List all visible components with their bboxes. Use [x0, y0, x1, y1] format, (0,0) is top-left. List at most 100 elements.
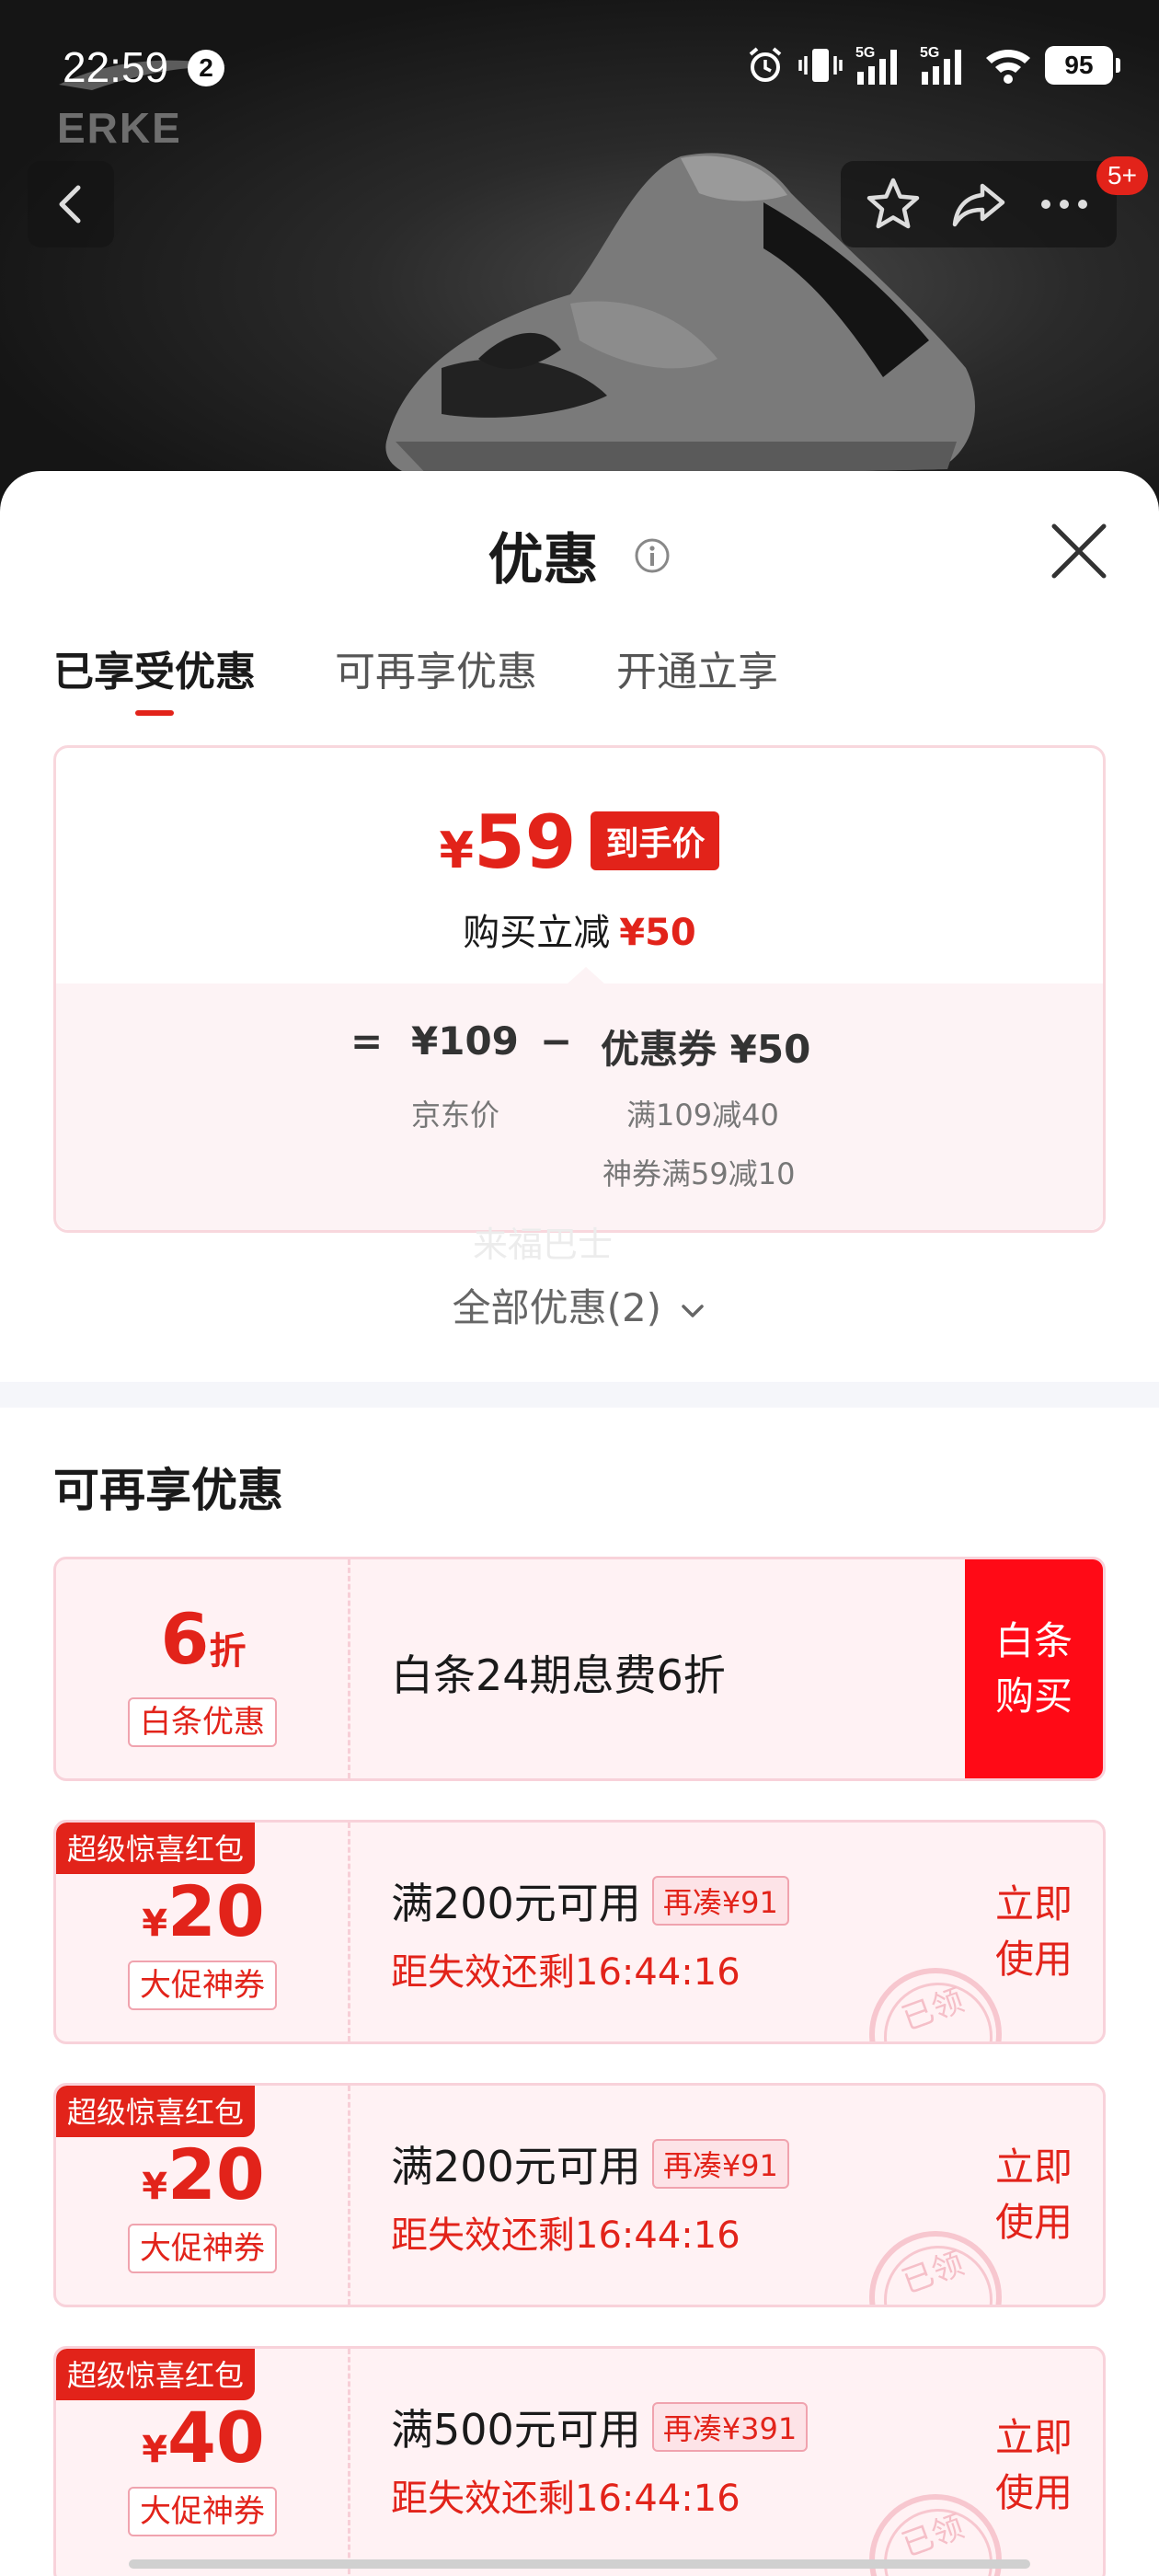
chevron-down-icon [682, 1304, 705, 1317]
coupon-amount: ¥20 [56, 2133, 350, 2215]
coupon-type-label: 大促神券 [128, 2224, 277, 2273]
coupon-gap-chip: 再凑¥91 [651, 2139, 789, 2189]
coupon-condition: 满200元可用 [391, 2142, 641, 2191]
offer-tabs: 已享受优惠 可再享优惠 开通立享 [53, 638, 778, 716]
button-line-2: 使用 [994, 1937, 1073, 1982]
sheet-title: 优惠 [488, 528, 599, 592]
home-indicator[interactable] [129, 2559, 1030, 2569]
coupon-condition: 满200元可用 [391, 1879, 641, 1928]
offer-discount: 6折 [56, 1598, 350, 1680]
offers-sheet: 优惠 已享受优惠 可再享优惠 开通立享 ¥59 到手价 购买立减 ¥50 = ¥10… [0, 471, 1159, 2576]
coupon-value: 40 [167, 2397, 265, 2478]
tab-enjoyed[interactable]: 已享受优惠 [53, 638, 256, 716]
close-icon[interactable] [1047, 519, 1111, 583]
button-line-1: 立即 [994, 2145, 1073, 2190]
coupon-value: 20 [167, 1870, 265, 1952]
price-breakdown: = ¥109 − 优惠券 ¥50 京东价 满109减40 神券满59减10 [56, 967, 1103, 1230]
coupon-currency: ¥ [142, 2429, 168, 2471]
button-line-2: 购买 [994, 1673, 1073, 1719]
use-coupon-button[interactable]: 立即 使用 [965, 1823, 1103, 2041]
coupon-total: 优惠券 ¥50 [601, 1027, 811, 1072]
status-icons: 5G 5G 95 [745, 44, 1120, 86]
price-summary-card: ¥59 到手价 购买立减 ¥50 = ¥109 − 优惠券 ¥50 京东价 满109… [53, 745, 1106, 1233]
share-icon[interactable] [949, 175, 1008, 234]
final-price-tag: 到手价 [591, 811, 720, 870]
button-line-2: 使用 [994, 2200, 1073, 2245]
coupon-card[interactable]: ¥40 大促神券 超级惊喜红包 满500元可用 再凑¥391 距失效还剩16:44… [53, 2346, 1106, 2576]
baitiao-buy-button[interactable]: 白条 购买 [965, 1559, 1103, 1778]
formula-minus: − [540, 1018, 573, 1064]
all-offers-toggle[interactable]: 全部优惠(2) [0, 1277, 1159, 1333]
button-line-1: 立即 [994, 1881, 1073, 1926]
back-icon [59, 185, 81, 224]
offer-type-label: 白条优惠 [128, 1697, 277, 1747]
coupon-card[interactable]: ¥20 大促神券 超级惊喜红包 满200元可用 再凑¥91 距失效还剩16:44:… [53, 2083, 1106, 2307]
network-label-2: 5G [920, 45, 939, 61]
coupon-amount: ¥20 [56, 1870, 350, 1952]
reduce-amount: ¥50 [619, 912, 696, 954]
coupon-currency: ¥ [142, 1903, 168, 1945]
discount-unit: 折 [209, 1630, 247, 1673]
vibrate-icon [798, 49, 843, 82]
coupon-type-label: 大促神券 [128, 1961, 277, 2010]
info-icon[interactable] [634, 537, 671, 574]
coupon-detail-1: 满109减40 [626, 1098, 779, 1133]
top-actions [841, 161, 1117, 247]
formula-equals: = [350, 1018, 384, 1064]
battery-level: 95 [1045, 46, 1120, 85]
coupon-info: 满200元可用 再凑¥91 距失效还剩16:44:16 [391, 1823, 906, 2041]
coupon-condition-row: 满500元可用 再凑¥391 [391, 2397, 809, 2457]
breakdown-notch [568, 967, 604, 983]
use-coupon-button[interactable]: 立即 使用 [965, 2086, 1103, 2305]
coupon-timer: 距失效还剩16:44:16 [391, 1951, 740, 1994]
use-coupon-button[interactable]: 立即 使用 [965, 2349, 1103, 2576]
notification-count-badge: 2 [188, 50, 224, 86]
button-line-1: 白条 [994, 1618, 1073, 1663]
star-icon[interactable] [864, 175, 923, 234]
coupon-detail-2: 神券满59减10 [602, 1156, 796, 1191]
tab-more-offers[interactable]: 可再享优惠 [335, 638, 537, 716]
message-badge: 5+ [1096, 156, 1148, 195]
status-time: 22:59 [63, 43, 169, 91]
coupon-gap-chip: 再凑¥391 [651, 2402, 809, 2452]
reduce-label: 购买立减 [463, 912, 611, 954]
price-currency: ¥ [439, 822, 475, 880]
coupon-amount: ¥40 [56, 2397, 350, 2478]
jd-price-label: 京东价 [411, 1098, 500, 1133]
coupon-type-label: 大促神券 [128, 2487, 277, 2536]
baitiao-offer-card[interactable]: 6折 白条优惠 白条24期息费6折 白条购买 [53, 1557, 1106, 1781]
discount-value: 6 [160, 1598, 210, 1680]
coupon-info: 满500元可用 再凑¥391 距失效还剩16:44:16 [391, 2349, 906, 2576]
offer-title: 白条24期息费6折 [391, 1650, 726, 1700]
tab-activate[interactable]: 开通立享 [616, 638, 778, 716]
more-icon[interactable] [1035, 175, 1094, 234]
coupon-condition-row: 满200元可用 再凑¥91 [391, 1870, 789, 1931]
brand-logo: ERKE [57, 104, 182, 152]
offer-info: 白条24期息费6折 [391, 1559, 906, 1778]
wifi-icon [986, 50, 1030, 84]
final-price-row: ¥59 到手价 [56, 799, 1103, 885]
coupon-value: 20 [167, 2133, 265, 2215]
reduce-row: 购买立减 ¥50 [56, 903, 1103, 956]
coupon-condition-row: 满200元可用 再凑¥91 [391, 2133, 789, 2194]
coupon-card[interactable]: ¥20 大促神券 超级惊喜红包 满200元可用 再凑¥91 距失效还剩16:44:… [53, 1820, 1106, 2044]
signal-icon-2: 5G [920, 45, 961, 85]
signal-icon-1: 5G [855, 45, 897, 85]
price-formula: = ¥109 − 优惠券 ¥50 [56, 1018, 1103, 1074]
back-button[interactable] [28, 161, 114, 247]
section-divider [0, 1382, 1159, 1408]
alarm-icon [749, 47, 782, 82]
coupon-flag: 超级惊喜红包 [56, 2086, 256, 2137]
coupon-flag: 超级惊喜红包 [56, 1823, 256, 1874]
button-line-2: 使用 [994, 2470, 1073, 2515]
watermark: 来福巴士 [473, 1225, 614, 1265]
coupon-timer: 距失效还剩16:44:16 [391, 2214, 740, 2257]
coupon-gap-chip: 再凑¥91 [651, 1876, 789, 1926]
sheet-title-row: 优惠 [0, 515, 1159, 595]
button-line-1: 立即 [994, 2415, 1073, 2460]
network-label-1: 5G [855, 45, 875, 61]
status-bar: 22:59 2 5G 5G 95 [0, 37, 1159, 101]
offer-left: 6折 白条优惠 [56, 1559, 350, 1778]
section-title: 可再享优惠 [53, 1464, 283, 1517]
final-price: 59 [474, 799, 577, 885]
